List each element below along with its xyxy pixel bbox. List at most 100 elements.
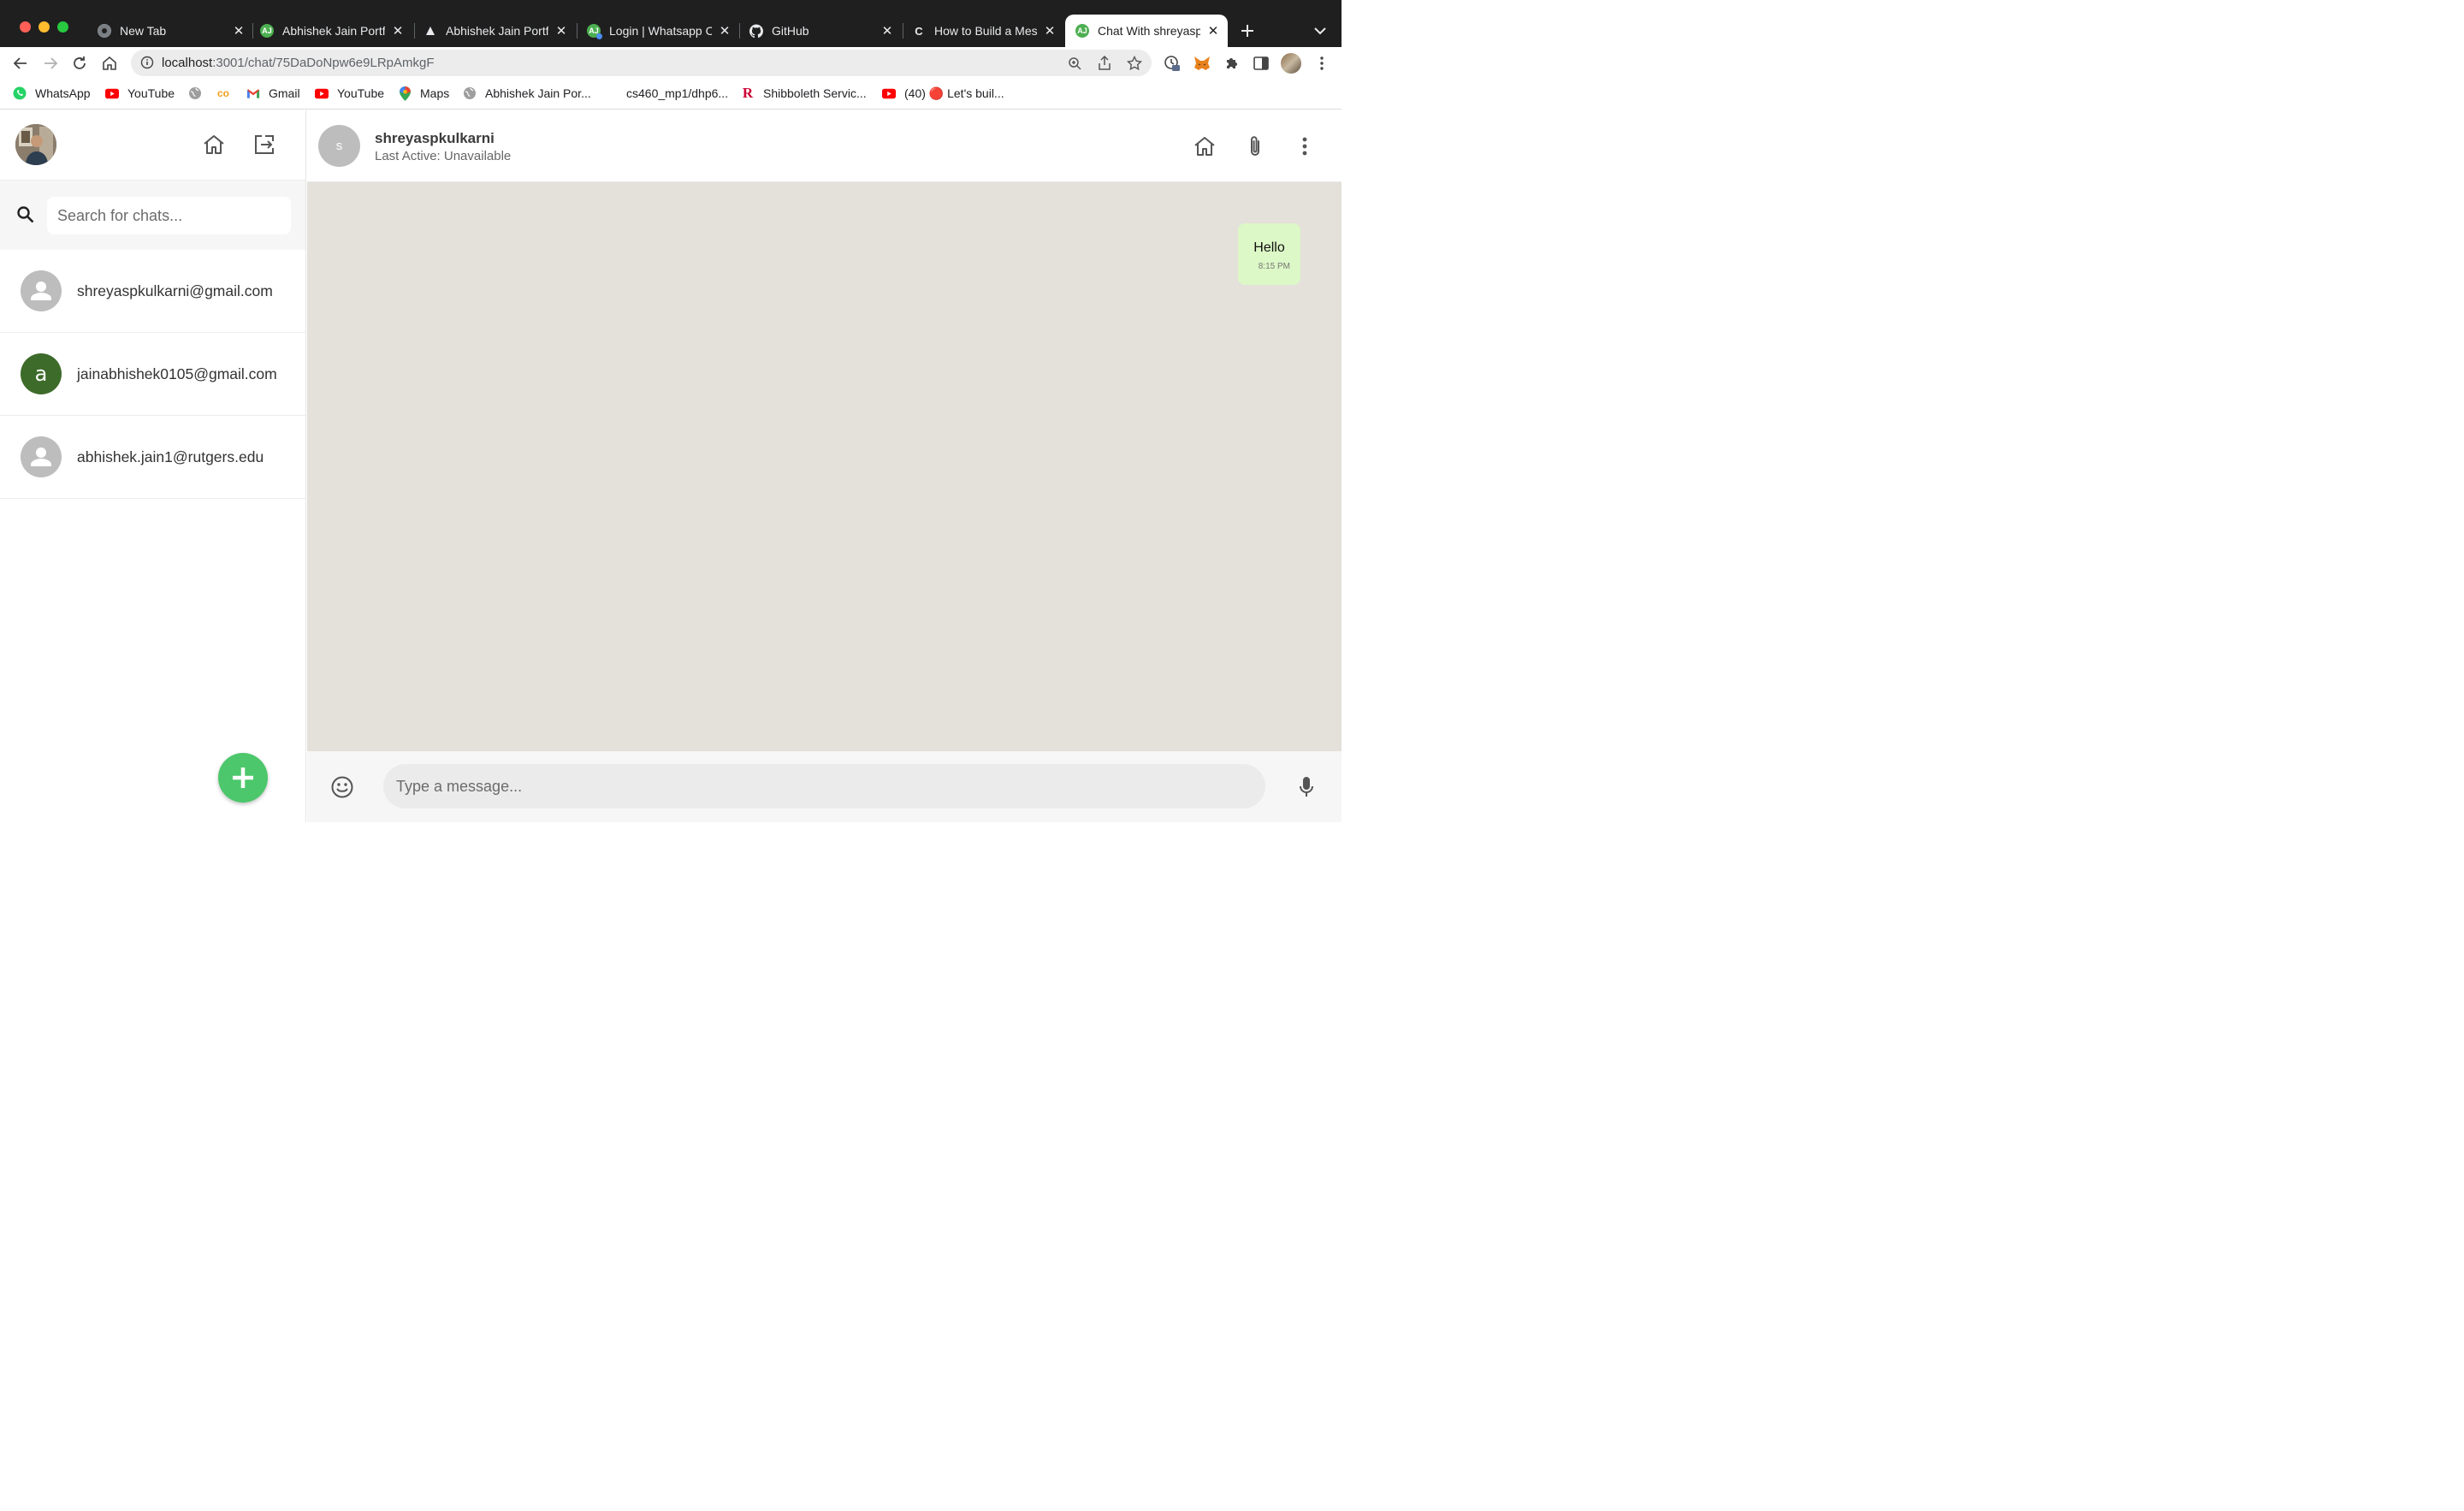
home-icon[interactable] <box>201 132 227 157</box>
bookmark-star-icon[interactable] <box>1126 55 1143 72</box>
person-icon <box>21 270 62 311</box>
profile-avatar[interactable] <box>1281 53 1301 74</box>
bookmark-youtube-1[interactable]: YouTube <box>105 86 175 101</box>
vercel-triangle-icon <box>424 24 437 38</box>
rutgers-icon: R <box>742 85 754 101</box>
tab-portfolio-2[interactable]: Abhishek Jain Portfolio ✕ <box>424 15 569 47</box>
extensions-puzzle-icon[interactable] <box>1223 55 1241 72</box>
whatsapp-clone-favicon: AJ <box>1075 24 1089 38</box>
close-window-button[interactable] <box>20 21 31 33</box>
last-active-status: Last Active: Unavailable <box>375 149 512 163</box>
youtube-icon <box>105 86 119 100</box>
bookmark-gmail[interactable]: Gmail <box>246 86 300 101</box>
browser-menu-icon[interactable] <box>1313 55 1330 72</box>
bookmark-whatsapp[interactable]: WhatsApp <box>13 86 91 101</box>
bookmark-youtube-2[interactable]: YouTube <box>315 86 384 101</box>
tab-portfolio-1[interactable]: AJ Abhishek Jain Portfolio ✕ <box>260 15 406 47</box>
bookmark-lets-build[interactable]: (40) 🔴 Let's buil... <box>882 86 1004 101</box>
search-icon <box>16 205 35 224</box>
close-icon[interactable]: ✕ <box>880 23 895 39</box>
coursera-icon: co <box>216 87 229 99</box>
url-path: :3001/chat/75DaDoNpw6e9LRpAmkgF <box>212 56 435 70</box>
share-icon[interactable] <box>1096 55 1113 72</box>
bookmark-label: Gmail <box>269 86 300 100</box>
microphone-icon[interactable] <box>1296 775 1317 799</box>
chat-list-item[interactable]: shreyaspkulkarni@gmail.com <box>0 250 305 333</box>
home-icon[interactable] <box>1191 133 1218 160</box>
search-bar <box>0 181 305 250</box>
avatar: a <box>21 353 62 394</box>
tab-whatsapp-login[interactable]: AJ Login | Whatsapp Clone ✕ <box>587 15 732 47</box>
tab-search-chevron-icon[interactable] <box>1312 22 1329 39</box>
tab-new-tab[interactable]: New Tab ✕ <box>98 15 246 47</box>
reload-button[interactable] <box>70 54 89 73</box>
portfolio-favicon: AJ <box>260 24 274 38</box>
new-chat-button[interactable] <box>218 753 268 803</box>
chat-header: s shreyaspkulkarni Last Active: Unavaila… <box>307 110 1342 182</box>
extension-activity-icon[interactable] <box>1164 55 1181 72</box>
chat-panel: s shreyaspkulkarni Last Active: Unavaila… <box>307 110 1342 822</box>
close-icon[interactable]: ✕ <box>390 23 406 39</box>
close-icon[interactable]: ✕ <box>1205 23 1221 39</box>
bookmark-label: Maps <box>420 86 450 100</box>
close-icon[interactable]: ✕ <box>231 23 246 39</box>
bookmark-label: (40) 🔴 Let's buil... <box>904 86 1004 100</box>
tab-how-to-build[interactable]: C How to Build a Messaging App ✕ <box>912 15 1057 47</box>
address-bar[interactable]: localhost:3001/chat/75DaDoNpw6e9LRpAmkgF <box>131 50 1152 76</box>
message-composer <box>307 751 1342 822</box>
tab-title: How to Build a Messaging App <box>934 24 1037 38</box>
bookmark-portfolio[interactable]: Abhishek Jain Por... <box>463 86 591 101</box>
bookmark-globe-1[interactable] <box>188 86 202 101</box>
attach-paperclip-icon[interactable] <box>1241 133 1269 160</box>
bookmark-shibboleth[interactable]: R Shibboleth Servic... <box>741 85 867 101</box>
search-input[interactable] <box>47 197 291 234</box>
chat-list-item[interactable]: abhishek.jain1@rutgers.edu <box>0 416 305 499</box>
tab-title: Abhishek Jain Portfolio <box>446 24 548 38</box>
bookmark-maps[interactable]: Maps <box>398 86 449 101</box>
tab-chat-active[interactable]: AJ Chat With shreyaspkulkarni ✕ <box>1065 15 1228 47</box>
whatsapp-clone-favicon: AJ <box>587 24 602 39</box>
bookmark-cs460[interactable]: cs460_mp1/dhp6... <box>626 86 728 101</box>
close-icon[interactable]: ✕ <box>554 23 569 39</box>
sidebar: shreyaspkulkarni@gmail.com a jainabhishe… <box>0 110 306 822</box>
minimize-window-button[interactable] <box>38 21 50 33</box>
bookmark-label: Shibboleth Servic... <box>763 86 867 100</box>
chrome-icon <box>98 24 111 38</box>
maximize-window-button[interactable] <box>57 21 68 33</box>
bookmarks-bar: WhatsApp YouTube co Gmail YouTube Maps A… <box>0 80 1342 110</box>
back-button[interactable] <box>11 54 30 73</box>
globe-icon <box>463 86 477 100</box>
bookmark-coursera[interactable]: co <box>216 86 230 101</box>
tab-title: New Tab <box>120 24 167 38</box>
message-input[interactable] <box>383 764 1265 809</box>
metamask-fox-icon[interactable] <box>1194 55 1211 72</box>
message-timestamp: 8:15 PM <box>1258 262 1290 271</box>
avatar[interactable]: s <box>318 125 360 167</box>
emoji-icon[interactable] <box>329 774 355 800</box>
user-avatar[interactable] <box>15 124 56 165</box>
close-icon[interactable]: ✕ <box>1042 23 1057 39</box>
gmail-icon <box>246 86 260 100</box>
home-button[interactable] <box>100 54 119 73</box>
more-options-icon[interactable] <box>1291 133 1318 160</box>
tab-title: GitHub <box>772 24 809 38</box>
side-panel-icon[interactable] <box>1253 55 1270 72</box>
close-icon[interactable]: ✕ <box>717 23 732 39</box>
bookmark-label: Abhishek Jain Por... <box>485 86 591 100</box>
tab-github[interactable]: GitHub ✕ <box>749 15 895 47</box>
forward-button[interactable] <box>41 54 60 73</box>
new-tab-button[interactable] <box>1237 21 1258 41</box>
url-text[interactable]: localhost:3001/chat/75DaDoNpw6e9LRpAmkgF <box>162 56 435 70</box>
chat-list-item[interactable]: a jainabhishek0105@gmail.com <box>0 333 305 416</box>
bookmark-label: cs460_mp1/dhp6... <box>626 86 729 100</box>
zoom-icon[interactable] <box>1066 55 1083 72</box>
message-bubble-sent: Hello 8:15 PM <box>1238 223 1300 285</box>
bookmark-label: YouTube <box>127 86 175 100</box>
sidebar-header <box>0 110 305 181</box>
maps-icon <box>398 86 412 101</box>
logout-icon[interactable] <box>252 132 277 157</box>
youtube-icon <box>882 86 896 100</box>
site-info-icon[interactable] <box>140 56 154 69</box>
tab-title: Login | Whatsapp Clone <box>609 24 712 38</box>
message-text: Hello <box>1253 240 1285 255</box>
